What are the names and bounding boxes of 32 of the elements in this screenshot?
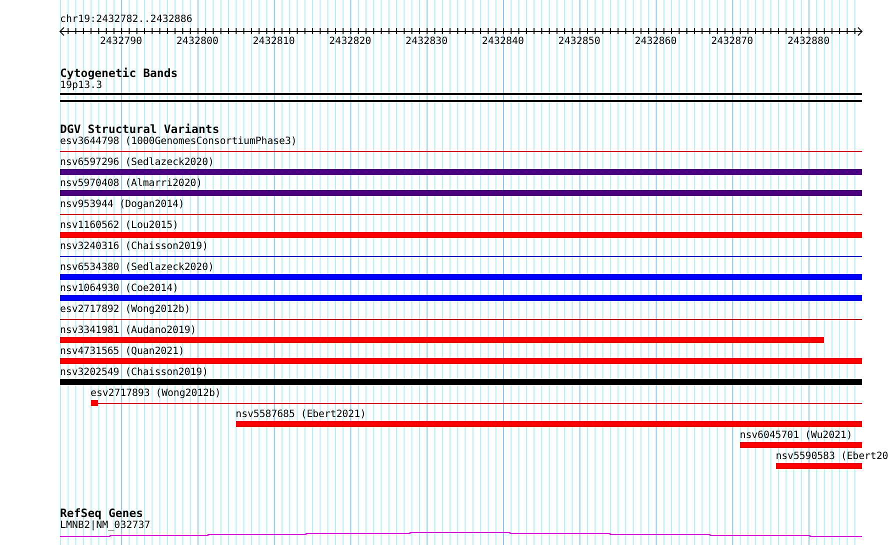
ruler-tick-label: 2432820 (329, 36, 372, 47)
track-title: Cytogenetic Bands (60, 67, 178, 79)
ruler-tick-label: 2432850 (558, 36, 600, 47)
variant-label: nsv6597296 (Sedlazeck2020) (60, 157, 214, 169)
variant-label: nsv4731565 (Quan2021) (60, 346, 184, 358)
ruler-tick-label: 2432880 (787, 36, 830, 47)
variant-label: nsv6045701 (Wu2021) (740, 430, 852, 442)
variant-label: nsv6534380 (Sedlazeck2020) (60, 262, 214, 274)
variant-label: nsv5590583 (Ebert20 (776, 451, 888, 463)
location-text: chr19:2432782..2432886 (60, 13, 192, 26)
variant-label: nsv953944 (Dogan2014) (60, 199, 184, 211)
variant-label: nsv3341981 (Audano2019) (60, 325, 196, 337)
band-label: 19p13.3 (60, 80, 102, 92)
ruler-tick-label: 2432830 (406, 36, 448, 47)
variant-label: nsv1160562 (Lou2015) (60, 220, 178, 232)
variant-label: esv2717893 (Wong2012b) (90, 388, 221, 400)
ruler-tick-label: 2432790 (100, 36, 142, 47)
ruler-tick-label: 2432800 (176, 36, 219, 47)
variant-label: nsv5587685 (Ebert2021) (236, 409, 366, 421)
ruler-tick-label: 2432860 (634, 36, 677, 47)
ruler-tick-label: 2432840 (482, 36, 524, 47)
variant-label: esv2717892 (Wong2012b) (60, 304, 190, 316)
variant-label: esv3644798 (1000GenomesConsortiumPhase3) (60, 136, 297, 148)
ruler-tick-label: 2432810 (252, 36, 295, 47)
variant-label: nsv1064930 (Coe2014) (60, 283, 178, 295)
variant-label: nsv5970408 (Almarri2020) (60, 178, 202, 190)
variant-label: nsv3240316 (Chaisson2019) (60, 241, 208, 253)
variant-label: nsv3202549 (Chaisson2019) (60, 367, 208, 379)
track-title: DGV Structural Variants (60, 123, 220, 135)
track-title: RefSeq Genes (60, 507, 144, 519)
gene-label: LMNB2|NM_032737 (60, 520, 150, 532)
ruler-tick-label: 2432870 (711, 36, 754, 47)
